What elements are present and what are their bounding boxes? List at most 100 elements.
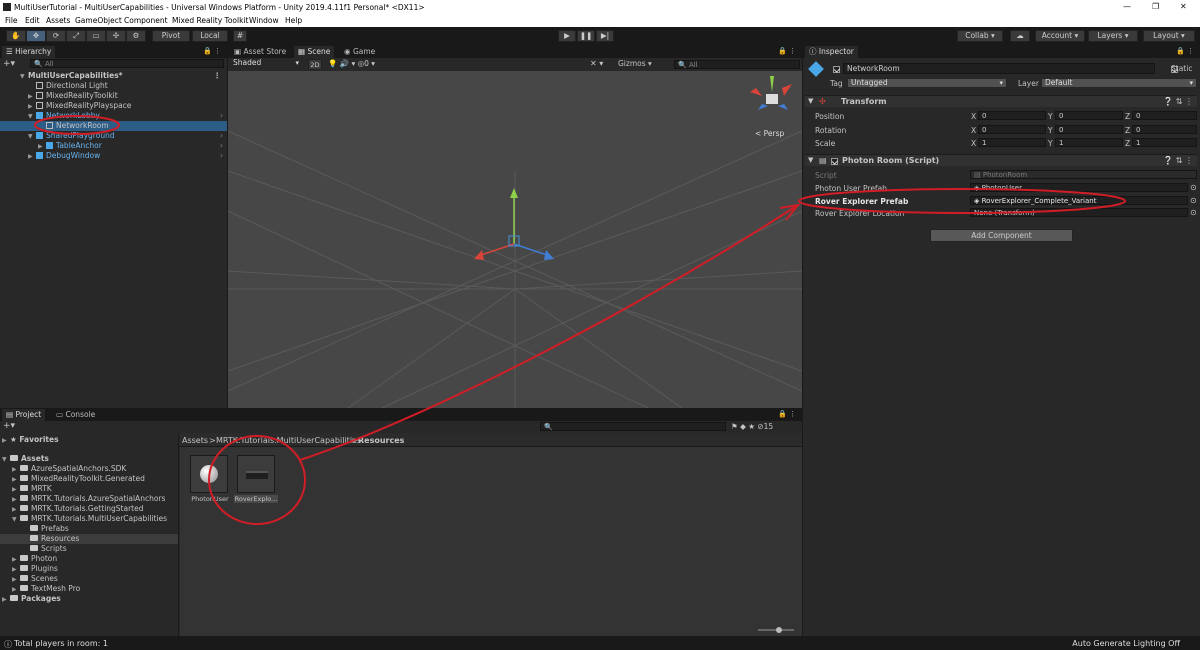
hierarchy-item-debug-window[interactable]: ▶ DebugWindow › xyxy=(0,151,227,161)
menu-edit[interactable]: Edit xyxy=(25,16,40,25)
hand-tool-icon[interactable]: ✋ xyxy=(6,30,26,42)
tab-console[interactable]: ▭ Console xyxy=(52,409,99,421)
tab-scene[interactable]: ▦ Scene xyxy=(294,46,335,58)
position-z-field[interactable]: 0 xyxy=(1132,111,1197,120)
tree-item[interactable]: ▼ MRTK.Tutorials.MultiUserCapabilities xyxy=(12,514,167,524)
close-button[interactable]: ✕ xyxy=(1180,2,1187,11)
breadcrumb-folder[interactable]: MRTK.Tutorials.MultiUserCapabilities xyxy=(216,436,361,445)
hierarchy-item-playspace[interactable]: ▶ MixedRealityPlayspace xyxy=(0,101,131,111)
hierarchy-item-mrtk[interactable]: ▶ MixedRealityToolkit xyxy=(0,91,118,101)
tab-hierarchy[interactable]: ☰ Hierarchy xyxy=(2,46,56,58)
local-button[interactable]: Local xyxy=(192,30,228,42)
tree-item[interactable]: Prefabs xyxy=(30,524,69,534)
transform-header[interactable]: ▼ ✣ Transform ❔ ⇅ ⋮ xyxy=(805,95,1197,107)
rotation-x-field[interactable]: 0 xyxy=(978,125,1046,134)
photon-user-prefab-field[interactable]: ◈ PhotonUser xyxy=(970,183,1188,192)
asset-thumb-photon-user[interactable] xyxy=(190,455,228,493)
hierarchy-item-shared-playground[interactable]: ▼ SharedPlayground › xyxy=(0,131,227,141)
position-y-field[interactable]: 0 xyxy=(1055,111,1123,120)
tab-project[interactable]: ▤ Project xyxy=(2,409,46,421)
tree-item[interactable]: ▶ TextMesh Pro xyxy=(12,584,80,594)
gizmos-dropdown[interactable]: Gizmos ▾ xyxy=(618,59,652,68)
scene-lighting-icon[interactable]: 💡 🔊 ▾ ◎0 ▾ xyxy=(328,59,375,68)
object-picker-icon[interactable]: ⊙ xyxy=(1190,183,1197,192)
lighting-status[interactable]: Auto Generate Lighting Off xyxy=(1072,639,1180,648)
rotation-z-field[interactable]: 0 xyxy=(1132,125,1197,134)
object-picker-icon[interactable]: ⊙ xyxy=(1190,196,1197,205)
scene-search-input[interactable]: 🔍 All xyxy=(674,60,800,69)
minimize-button[interactable]: — xyxy=(1123,2,1131,11)
tree-item[interactable]: ▶ MixedRealityToolkit.Generated xyxy=(12,474,145,484)
mode-2d-button[interactable]: 2D xyxy=(308,59,322,70)
tree-item[interactable]: ▶ MRTK xyxy=(12,484,52,494)
scale-x-field[interactable]: 1 xyxy=(978,138,1046,147)
menu-window[interactable]: Window xyxy=(249,16,279,25)
rotation-y-field[interactable]: 0 xyxy=(1055,125,1123,134)
breadcrumb-resources[interactable]: Resources xyxy=(358,436,404,445)
collab-button[interactable]: Collab ▾ xyxy=(957,30,1003,42)
asset-thumb-rover-explorer[interactable] xyxy=(237,455,275,493)
tree-item[interactable]: ▶ Plugins xyxy=(12,564,58,574)
status-message[interactable]: Total players in room: 1 xyxy=(14,639,108,648)
layers-button[interactable]: Layers ▾ xyxy=(1088,30,1138,42)
add-icon[interactable]: +▾ xyxy=(3,59,15,69)
transform-tool-icon[interactable]: ✣ xyxy=(106,30,126,42)
account-button[interactable]: Account ▾ xyxy=(1035,30,1085,42)
breadcrumb-assets[interactable]: Assets xyxy=(182,436,208,445)
tree-item[interactable]: ▶ Photon xyxy=(12,554,57,564)
menu-file[interactable]: File xyxy=(5,16,18,25)
hierarchy-item-directional-light[interactable]: Directional Light xyxy=(0,81,108,91)
hierarchy-item-network-lobby[interactable]: ▼ NetworkLobby › xyxy=(0,111,227,121)
active-checkbox[interactable] xyxy=(833,66,840,73)
panel-menu-icon[interactable]: 🔒 ⋮ xyxy=(203,47,221,55)
shading-dropdown[interactable]: Shaded xyxy=(230,59,302,69)
move-tool-icon[interactable]: ✥ xyxy=(26,30,46,42)
tab-inspector[interactable]: ⓘ Inspector xyxy=(805,46,858,58)
tree-item[interactable]: ▶ MRTK.Tutorials.AzureSpatialAnchors xyxy=(12,494,165,504)
pause-button[interactable]: ❚❚ xyxy=(577,30,595,42)
hierarchy-item-network-room[interactable]: NetworkRoom xyxy=(0,121,227,131)
cloud-icon[interactable]: ☁ xyxy=(1010,30,1030,42)
pivot-button[interactable]: Pivot xyxy=(152,30,190,42)
hierarchy-item-table-anchor[interactable]: ▶ TableAnchor › xyxy=(0,141,227,151)
custom-tool-icon[interactable]: ⚙ xyxy=(126,30,146,42)
favorites-item[interactable]: ▶ ★ Favorites xyxy=(2,435,59,445)
component-enabled-checkbox[interactable] xyxy=(831,158,838,165)
add-component-button[interactable]: Add Component xyxy=(930,229,1073,242)
object-name-input[interactable]: NetworkRoom xyxy=(843,63,1155,74)
scale-tool-icon[interactable]: ⤢ xyxy=(66,30,86,42)
scale-z-field[interactable]: 1 xyxy=(1132,138,1197,147)
play-button[interactable]: ▶ xyxy=(558,30,576,42)
position-x-field[interactable]: 0 xyxy=(978,111,1046,120)
menu-mrtk[interactable]: Mixed Reality Toolkit xyxy=(172,16,248,25)
grid-snap-icon[interactable]: # xyxy=(233,30,247,42)
menu-gameobject[interactable]: GameObject xyxy=(75,16,122,25)
scale-y-field[interactable]: 1 xyxy=(1055,138,1123,147)
menu-help[interactable]: Help xyxy=(285,16,302,25)
assets-root[interactable]: ▼ Assets xyxy=(2,454,49,464)
panel-menu-icon[interactable]: 🔒 ⋮ xyxy=(778,410,796,418)
maximize-button[interactable]: ❐ xyxy=(1152,2,1159,11)
rotate-tool-icon[interactable]: ⟳ xyxy=(46,30,66,42)
rect-tool-icon[interactable]: ▭ xyxy=(86,30,106,42)
scene-root[interactable]: ▼ MultiUserCapabilities* ⋮ xyxy=(0,71,227,81)
tab-asset-store[interactable]: ▣ Asset Store xyxy=(230,46,290,58)
layer-dropdown[interactable]: Default xyxy=(1041,78,1197,88)
move-gizmo[interactable] xyxy=(464,186,564,276)
menu-assets[interactable]: Assets xyxy=(46,16,70,25)
tree-item[interactable]: ▶ AzureSpatialAnchors.SDK xyxy=(12,464,126,474)
packages-root[interactable]: ▶ Packages xyxy=(2,594,61,604)
tools-icon[interactable]: ✕ ▾ xyxy=(590,59,603,68)
scene-menu-icon[interactable]: ⋮ xyxy=(214,71,222,81)
tag-dropdown[interactable]: Untagged xyxy=(847,78,1007,88)
tab-game[interactable]: ◉ Game xyxy=(340,46,379,58)
create-icon[interactable]: +▾ xyxy=(3,421,15,431)
perspective-label[interactable]: < Persp xyxy=(755,129,784,138)
photon-room-header[interactable]: ▼ ▤ Photon Room (Script) ❔ ⇅ ⋮ xyxy=(805,154,1197,166)
panel-menu-icon[interactable]: 🔒 ⋮ xyxy=(778,47,796,55)
tree-item[interactable]: ▶ MRTK.Tutorials.GettingStarted xyxy=(12,504,144,514)
step-button[interactable]: ▶| xyxy=(596,30,614,42)
hierarchy-search-input[interactable]: 🔍 All xyxy=(30,59,224,68)
filter-icons[interactable]: ⚑ ◆ ★ ⊘15 xyxy=(731,422,773,431)
panel-menu-icon[interactable]: 🔒 ⋮ xyxy=(1176,47,1194,55)
